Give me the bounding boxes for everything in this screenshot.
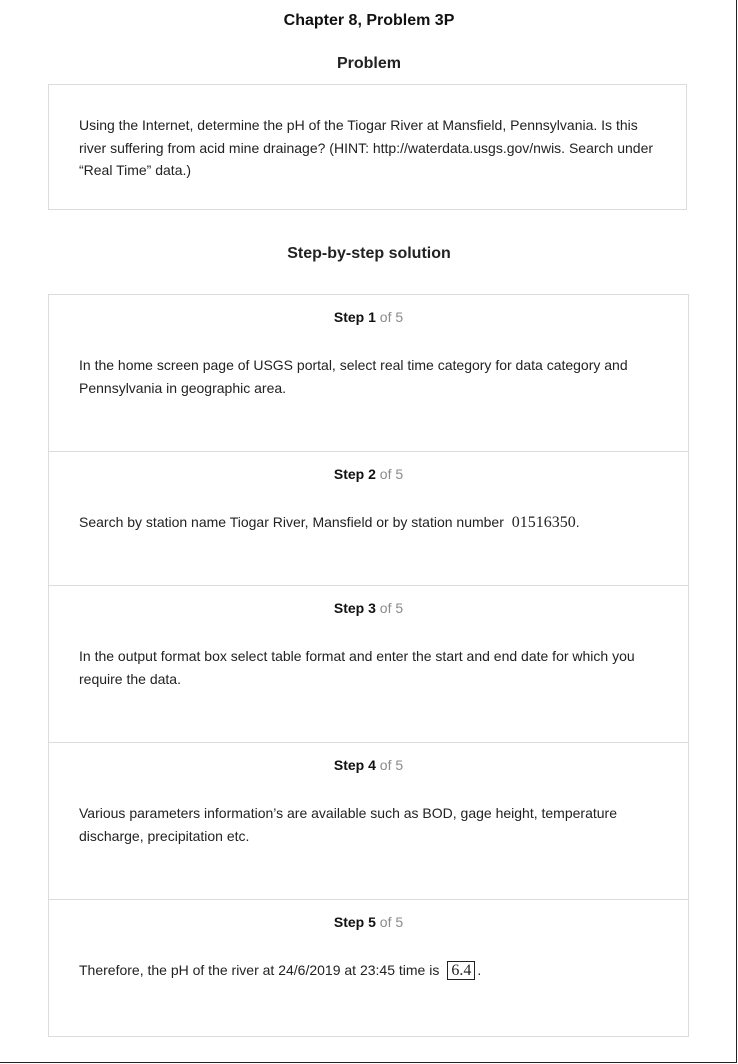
step-1-header: Step 1 of 5 [49, 309, 688, 325]
step-5-text: Therefore, the pH of the river at 24/6/2… [79, 962, 440, 978]
step-number: 1 [368, 309, 376, 325]
step-label: Step [333, 466, 365, 482]
step-5: Step 5 of 5 Therefore, the pH of the riv… [49, 900, 688, 1036]
step-label: Step [333, 600, 365, 616]
step-5-header: Step 5 of 5 [49, 914, 688, 930]
step-total: of 5 [379, 466, 404, 482]
steps-box: Step 1 of 5 In the home screen page of U… [48, 294, 689, 1037]
step-2-period: . [575, 514, 580, 530]
step-3: Step 3 of 5 In the output format box sel… [49, 586, 688, 743]
ph-answer-box: 6.4 [447, 961, 476, 980]
step-5-period: . [477, 962, 482, 978]
step-number: 5 [368, 914, 376, 930]
step-3-text: In the output format box select table fo… [79, 648, 635, 687]
step-number: 3 [368, 600, 376, 616]
step-number: 4 [368, 757, 376, 773]
step-5-text-block: Therefore, the pH of the river at 24/6/2… [79, 959, 664, 982]
problem-box: Using the Internet, determine the pH of … [48, 84, 687, 210]
step-label: Step [333, 914, 365, 930]
step-1: Step 1 of 5 In the home screen page of U… [49, 295, 688, 452]
step-total: of 5 [379, 600, 404, 616]
step-2-header: Step 2 of 5 [49, 466, 688, 482]
step-2: Step 2 of 5 Search by station name Tioga… [49, 452, 688, 586]
step-3-header: Step 3 of 5 [49, 600, 688, 616]
step-2-text-block: Search by station name Tiogar River, Man… [79, 511, 664, 535]
step-2-text: Search by station name Tiogar River, Man… [79, 514, 504, 530]
chapter-title: Chapter 8, Problem 3P [283, 12, 455, 29]
step-1-text: In the home screen page of USGS portal, … [79, 357, 628, 396]
step-total: of 5 [379, 757, 404, 773]
problem-text: Using the Internet, determine the pH of … [79, 117, 654, 178]
station-number: 01516350 [511, 514, 576, 531]
step-label: Step [333, 309, 365, 325]
problem-heading: Problem [336, 55, 401, 72]
solution-heading: Step-by-step solution [287, 245, 451, 262]
step-total: of 5 [379, 914, 404, 930]
step-label: Step [333, 757, 365, 773]
step-number: 2 [368, 466, 376, 482]
step-4-text: Various parameters information’s are ava… [79, 805, 617, 844]
step-4-header: Step 4 of 5 [49, 757, 688, 773]
step-4: Step 4 of 5 Various parameters informati… [49, 743, 688, 900]
step-total: of 5 [379, 309, 404, 325]
